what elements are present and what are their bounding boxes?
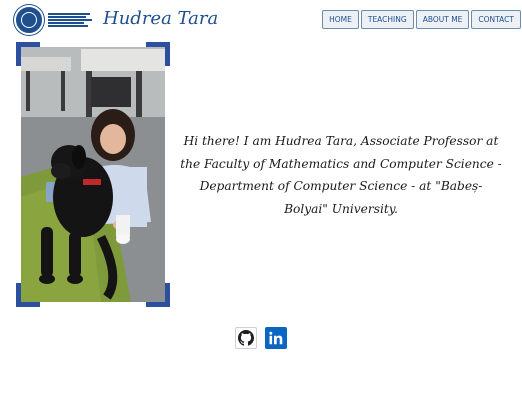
nav-contact-button[interactable]: CONTACT <box>471 10 521 29</box>
site-header: Hudrea Tara HOME TEACHING ABOUT ME CONTA… <box>0 0 522 40</box>
github-icon <box>238 330 254 346</box>
frame-corner-top-right <box>146 42 170 66</box>
nav-teaching-button[interactable]: TEACHING <box>360 10 414 29</box>
site-title[interactable]: Hudrea Tara <box>103 8 218 29</box>
frame-corner-bottom-right <box>146 283 170 307</box>
linkedin-icon <box>269 331 283 345</box>
logo-wordmark <box>48 13 92 27</box>
intro-text: Hi there! I am Hudrea Tara, Associate Pr… <box>180 134 502 216</box>
profile-photo <box>21 47 165 302</box>
profile-photo-frame <box>16 42 170 307</box>
nav-about-me-button[interactable]: ABOUT ME <box>415 10 470 29</box>
university-logo[interactable] <box>14 5 94 35</box>
social-links <box>235 327 287 349</box>
linkedin-link[interactable] <box>265 327 287 349</box>
github-link[interactable] <box>235 327 257 349</box>
frame-corner-bottom-left <box>16 283 40 307</box>
nav-home-button[interactable]: HOME <box>322 10 359 29</box>
university-seal-icon <box>14 5 44 35</box>
frame-corner-top-left <box>16 42 40 66</box>
main-nav: HOME TEACHING ABOUT ME CONTACT <box>322 10 521 29</box>
